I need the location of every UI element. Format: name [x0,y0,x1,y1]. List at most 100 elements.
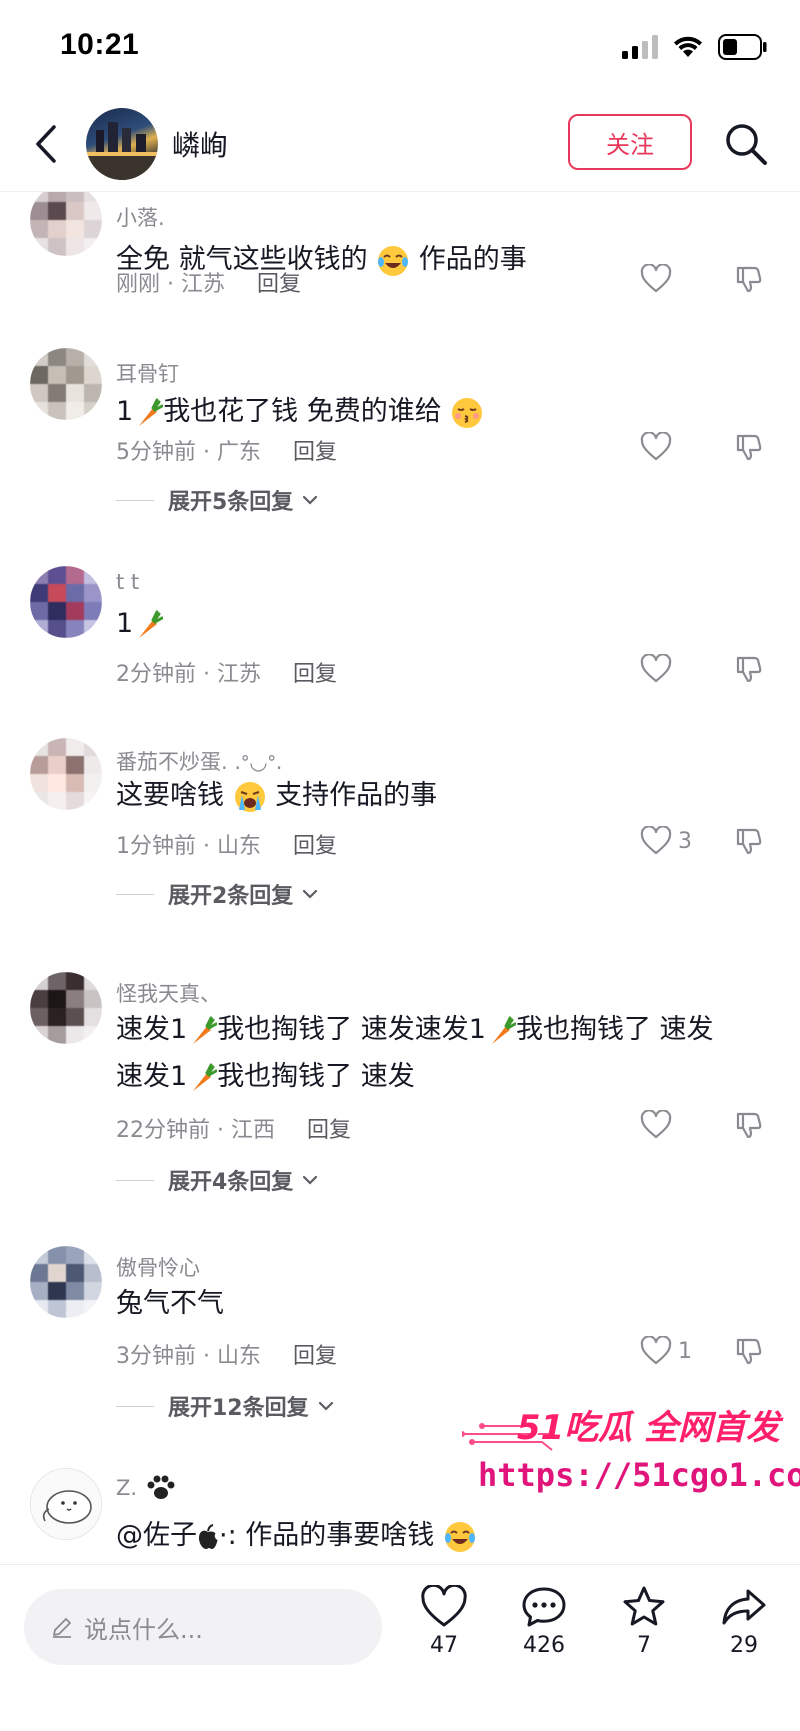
comment-username[interactable]: Z. [116,1474,177,1502]
expand-replies-button[interactable]: 展开5条回复 [116,484,321,516]
expand-replies-label: 展开5条回复 [168,490,294,515]
avatar[interactable] [30,566,102,638]
comment-text-part: 我也掏钱了 速发 [217,1061,415,1092]
dislike-icon[interactable] [734,826,764,860]
watermark-title: 51吃瓜 全网首发 [516,1408,780,1448]
comment-text-part: 支持作品的事 [275,780,438,811]
comment-action-button[interactable]: 426 [504,1585,584,1658]
comment-username[interactable]: 小落. [116,202,165,232]
avatar[interactable] [30,972,102,1044]
comment-username[interactable]: 怪我天真、 [116,978,221,1008]
back-icon[interactable] [28,118,64,170]
battery-icon [718,34,767,60]
paw-icon [147,1475,175,1499]
comment-username[interactable]: 傲骨怜心 [116,1252,200,1282]
comment-time-location: 2分钟前 · 江苏 [116,662,261,687]
header-username[interactable]: 嶙峋 [172,124,228,164]
favorite-action-button[interactable]: 7 [604,1585,684,1658]
comment-text: 1 我也花了钱 免费的谁给 [116,388,776,435]
heart-icon [640,1110,672,1139]
avatar[interactable] [30,348,102,420]
like-button[interactable]: 1 [640,1336,692,1366]
comment-time-location: 3分钟前 · 山东 [116,1344,261,1369]
avatar[interactable] [30,1468,102,1540]
reply-button[interactable]: 回复 [257,272,301,297]
avatar[interactable] [30,1246,102,1318]
laughing-tears-icon [378,245,409,276]
comment-text-part: 兔气不气 [116,1288,224,1319]
comment-meta: 1分钟前 · 山东 回复 [116,828,337,860]
comment-input[interactable]: 说点什么... [24,1589,382,1665]
search-icon[interactable] [722,120,770,168]
dislike-icon[interactable] [734,1110,764,1144]
comment-text-part: 作品的事 [418,244,527,275]
comment-time-location: 刚刚 · 江苏 [116,272,225,297]
expand-replies-button[interactable]: 展开2条回复 [116,878,321,910]
share-action-button[interactable]: 29 [704,1585,784,1658]
like-button[interactable] [640,1110,672,1140]
status-time: 10:21 [60,28,140,61]
mention-link[interactable]: @佐子 [116,1520,197,1551]
reply-button[interactable]: 回复 [307,1118,351,1143]
like-button[interactable] [640,654,672,684]
comment-time-location: 22分钟前 · 江西 [116,1118,275,1143]
comment-text: 速发1 我也掏钱了 速发速发1 我也掏钱了 速发 速发1 我也掏钱了 速发 [116,1006,776,1100]
chevron-down-icon [303,889,318,899]
status-bar: 10:21 [0,0,800,96]
heart-icon [640,1336,672,1365]
signal-icon [622,35,658,59]
heart-icon [640,654,672,683]
chevron-down-icon [303,495,318,505]
laughing-tears-icon [444,1521,475,1552]
comment-input-placeholder: 说点什么... [84,1615,203,1644]
pencil-icon [53,1618,71,1638]
dislike-icon[interactable] [734,1336,764,1370]
like-action-button[interactable]: 47 [404,1585,484,1658]
reply-button[interactable]: 回复 [293,1344,337,1369]
comment-time-location: 1分钟前 · 山东 [116,834,261,859]
like-count: 1 [678,1338,692,1364]
expand-replies-button[interactable]: 展开12条回复 [116,1390,337,1422]
like-count: 47 [430,1633,458,1658]
heart-icon [640,432,672,461]
username-text: Z. [116,1476,138,1500]
avatar[interactable] [30,192,102,256]
heart-icon [640,264,672,293]
avatar[interactable] [86,108,158,180]
carrot-icon [139,610,164,638]
like-button[interactable] [640,432,672,462]
status-icons [622,34,768,60]
wifi-icon [674,36,702,57]
dislike-icon[interactable] [734,654,764,688]
dislike-icon[interactable] [734,432,764,466]
comment-text-part: 我也掏钱了 速发 [515,1014,714,1045]
comment-list[interactable]: 小落. 全免 就气这些收钱的 作品的事 刚刚 · 江苏 回复 耳骨钉 1我也花了… [0,192,800,1564]
like-button[interactable]: 3 [640,826,692,856]
chevron-down-icon [303,1175,318,1185]
comment-text: 兔气不气 [116,1280,776,1327]
comment-count: 426 [523,1633,565,1658]
comment-meta: 5分钟前 · 广东 回复 [116,434,337,466]
comment-meta: 2分钟前 · 江苏 回复 [116,656,337,688]
chevron-down-icon [318,1401,333,1411]
like-count: 3 [678,828,692,854]
reply-button[interactable]: 回复 [293,662,337,687]
avatar[interactable] [30,738,102,810]
comment-text-part: 1 [116,608,134,639]
header: 嶙峋 关注 [0,96,800,192]
dislike-icon[interactable] [734,264,764,298]
comment-text: 这要啥钱 支持作品的事 [116,772,776,819]
follow-button[interactable]: 关注 [568,114,692,170]
like-button[interactable] [640,264,672,294]
watermark-url: https://51cgo1.com [478,1456,800,1494]
comment-text: 1 [116,600,776,647]
reply-button[interactable]: 回复 [293,834,337,859]
expand-replies-button[interactable]: 展开4条回复 [116,1164,321,1196]
bottom-bar: 说点什么... 47 426 7 29 [0,1564,800,1731]
heart-icon [640,826,672,855]
comment-username[interactable]: t t [116,570,139,594]
share-count: 29 [730,1633,758,1658]
reply-button[interactable]: 回复 [293,440,337,465]
comment-username[interactable]: 耳骨钉 [116,358,179,388]
comment-meta: 刚刚 · 江苏 回复 [116,266,301,298]
